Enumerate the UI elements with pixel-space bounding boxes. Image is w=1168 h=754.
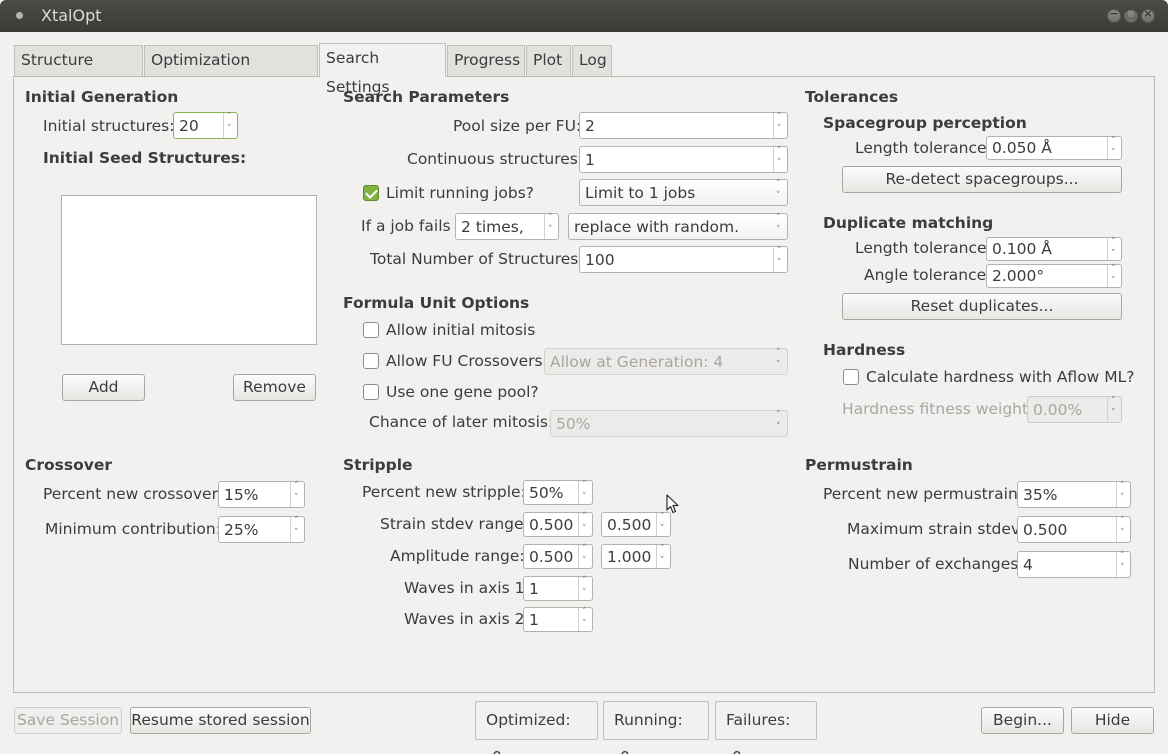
- failures-count: 0: [732, 748, 742, 754]
- job-fails-label: If a job fails: [361, 217, 451, 235]
- fu-crossovers-label: Allow FU Crossovers: [386, 352, 543, 370]
- dup-length-tolerance-label: Length tolerance: [855, 239, 987, 257]
- limit-jobs-spinbox[interactable]: Limit to 1 jobs: [579, 179, 788, 206]
- pool-size-label: Pool size per FU:: [453, 117, 582, 135]
- initial-structures-spinbox[interactable]: 20: [173, 112, 238, 139]
- number-exchanges-label: Number of exchanges:: [848, 555, 1024, 573]
- initial-mitosis-checkbox[interactable]: [363, 322, 379, 338]
- fu-crossovers-checkbox[interactable]: [363, 353, 379, 369]
- job-fails-action-dropdown[interactable]: replace with random.: [568, 213, 788, 240]
- calculate-hardness-label: Calculate hardness with Aflow ML?: [866, 368, 1135, 386]
- save-session-button[interactable]: Save Session: [14, 707, 122, 734]
- stripple-header: Stripple: [343, 456, 413, 474]
- hardness-weight-label: Hardness fitness weight:: [842, 400, 1034, 418]
- begin-button[interactable]: Begin...: [981, 707, 1064, 734]
- total-structures-label: Total Number of Structures:: [370, 250, 584, 268]
- tab-plot[interactable]: Plot: [526, 45, 571, 76]
- strain-stdev-max-spinbox[interactable]: 0.500: [601, 512, 671, 537]
- total-structures-spinbox[interactable]: 100: [579, 246, 788, 273]
- max-strain-stdev-spinbox[interactable]: 0.500: [1017, 516, 1131, 543]
- waves-axis-2-spinbox[interactable]: 1: [523, 607, 593, 632]
- sg-length-tolerance-spinbox[interactable]: 0.050 Å: [986, 136, 1122, 160]
- remove-seed-button[interactable]: Remove: [233, 374, 316, 401]
- hide-button[interactable]: Hide: [1071, 707, 1154, 734]
- percent-crossover-spinbox[interactable]: 15%: [218, 481, 305, 508]
- amplitude-min-spinbox[interactable]: 0.500: [523, 544, 593, 569]
- initial-mitosis-label: Allow initial mitosis: [386, 321, 536, 339]
- dup-length-tolerance-spinbox[interactable]: 0.100 Å: [986, 237, 1122, 261]
- number-exchanges-spinbox[interactable]: 4: [1017, 551, 1131, 578]
- running-status: Running: 0: [603, 701, 709, 754]
- job-fails-times-spinbox[interactable]: 2 times,: [455, 213, 559, 240]
- reset-duplicates-button[interactable]: Reset duplicates...: [842, 293, 1122, 320]
- tolerances-header: Tolerances: [805, 88, 899, 106]
- formula-unit-header: Formula Unit Options: [343, 294, 530, 312]
- dup-angle-tolerance-label: Angle tolerance: [864, 266, 987, 284]
- initial-seed-structures-label: Initial Seed Structures:: [43, 149, 247, 167]
- minimum-contribution-spinbox[interactable]: 25%: [218, 516, 305, 543]
- percent-stripple-label: Percent new stripple:: [362, 483, 526, 501]
- title-bar: XtalOpt − □ ×: [0, 0, 1168, 32]
- limit-jobs-checkbox[interactable]: [363, 185, 379, 201]
- maximize-icon[interactable]: □: [1124, 7, 1138, 23]
- add-seed-button[interactable]: Add: [62, 374, 145, 401]
- strain-stdev-min-spinbox[interactable]: 0.500: [523, 512, 593, 537]
- percent-stripple-spinbox[interactable]: 50%: [523, 480, 593, 505]
- failures-label: Failures:: [726, 711, 791, 729]
- hardness-header: Hardness: [823, 341, 906, 359]
- close-icon[interactable]: ×: [1141, 7, 1155, 23]
- window-title: XtalOpt: [41, 6, 102, 25]
- dup-angle-tolerance-spinbox[interactable]: 2.000°: [986, 264, 1122, 288]
- later-mitosis-spinbox[interactable]: 50%: [550, 410, 788, 437]
- resume-session-button[interactable]: Resume stored session: [130, 707, 311, 734]
- app-menu-icon[interactable]: [16, 12, 23, 19]
- fu-crossovers-generation-spinbox[interactable]: Allow at Generation: 4: [544, 348, 788, 375]
- continuous-structures-spinbox[interactable]: 1: [579, 146, 788, 173]
- continuous-structures-label: Continuous structures:: [407, 150, 584, 168]
- minimum-contribution-label: Minimum contribution:: [45, 520, 221, 538]
- initial-structures-label: Initial structures:: [43, 117, 175, 135]
- limit-jobs-label: Limit running jobs?: [386, 184, 535, 202]
- tab-log[interactable]: Log: [572, 45, 612, 76]
- amplitude-max-spinbox[interactable]: 1.000: [601, 544, 671, 569]
- initial-generation-header: Initial Generation: [25, 88, 179, 106]
- one-gene-pool-label: Use one gene pool?: [386, 383, 539, 401]
- failures-status: Failures: 0: [715, 701, 817, 754]
- duplicate-matching-header: Duplicate matching: [823, 214, 994, 232]
- seed-structures-list[interactable]: [61, 195, 317, 345]
- permustrain-header: Permustrain: [805, 456, 913, 474]
- sg-length-tolerance-label: Length tolerance: [855, 139, 987, 157]
- tab-search-settings[interactable]: Search Settings: [319, 43, 446, 96]
- later-mitosis-label: Chance of later mitosis:: [369, 413, 554, 431]
- max-strain-stdev-label: Maximum strain stdev:: [847, 520, 1025, 538]
- optimized-label: Optimized:: [486, 711, 571, 729]
- minimize-icon[interactable]: −: [1107, 7, 1121, 23]
- waves-axis-2-label: Waves in axis 2:: [404, 610, 530, 628]
- amplitude-range-label: Amplitude range:: [390, 547, 525, 565]
- tab-structure-limits[interactable]: Structure Limits: [14, 45, 143, 98]
- running-label: Running:: [614, 711, 683, 729]
- pool-size-spinbox[interactable]: 2: [579, 112, 788, 139]
- optimized-count: 0: [492, 748, 502, 754]
- crossover-header: Crossover: [25, 456, 113, 474]
- mouse-cursor-icon: [666, 494, 679, 514]
- running-count: 0: [620, 748, 630, 754]
- waves-axis-1-spinbox[interactable]: 1: [523, 576, 593, 601]
- waves-axis-1-label: Waves in axis 1:: [404, 579, 530, 597]
- calculate-hardness-checkbox[interactable]: [843, 369, 859, 385]
- spacegroup-perception-header: Spacegroup perception: [823, 114, 1027, 132]
- strain-stdev-range-label: Strain stdev range:: [380, 515, 529, 533]
- tab-optimization-settings[interactable]: Optimization Settings: [144, 45, 318, 98]
- redetect-spacegroups-button[interactable]: Re-detect spacegroups...: [842, 166, 1122, 193]
- optimized-status: Optimized: 0: [475, 701, 598, 754]
- tab-progress[interactable]: Progress: [447, 45, 525, 76]
- hardness-weight-spinbox[interactable]: 0.00%: [1027, 396, 1122, 423]
- percent-permustrain-label: Percent new permustrain:: [823, 485, 1023, 503]
- percent-permustrain-spinbox[interactable]: 35%: [1017, 481, 1131, 508]
- one-gene-pool-checkbox[interactable]: [363, 384, 379, 400]
- percent-crossover-label: Percent new crossover:: [43, 485, 223, 503]
